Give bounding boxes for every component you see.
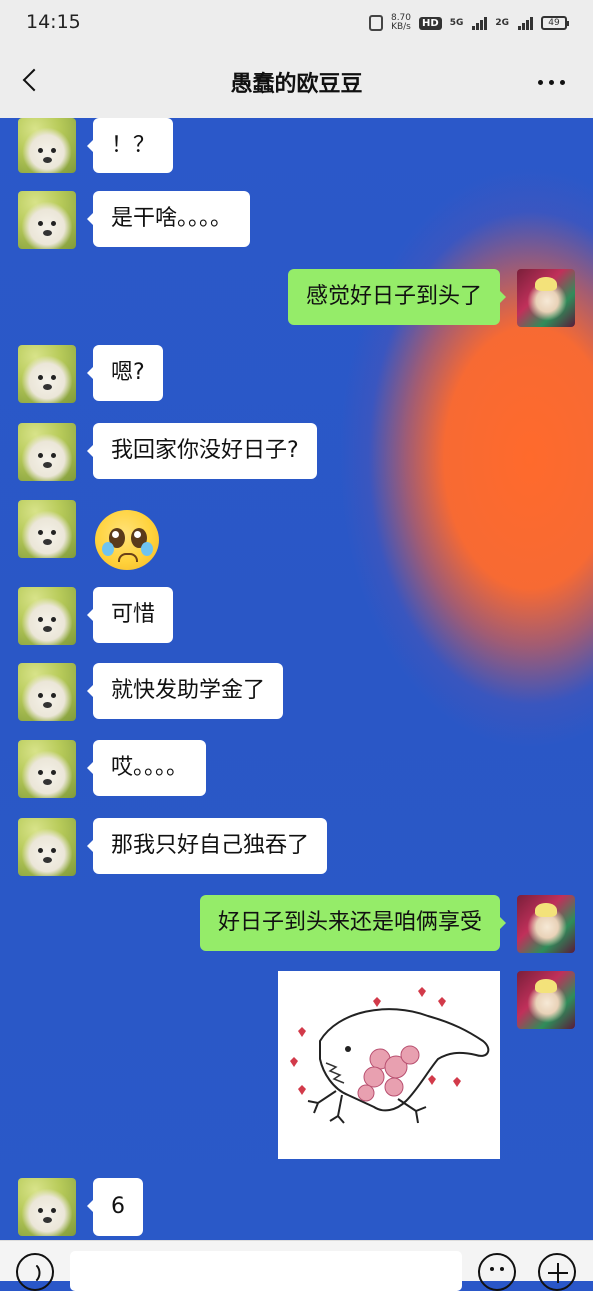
network-speed: 8.70 KB/s [391,14,411,32]
contact-avatar[interactable] [18,1178,76,1236]
more-dot-icon [559,79,565,85]
pleading-face-emoji[interactable] [93,508,163,570]
sticker-drawing [290,987,490,1124]
status-time: 14:15 [26,11,81,33]
message-bubble-outgoing[interactable]: 好日子到头来还是咱俩享受 [199,895,507,951]
more-dot-icon [537,79,543,85]
message-bubble-incoming[interactable]: 可惜 [86,587,174,643]
contact-avatar[interactable] [18,500,76,558]
chat-title: 愚蠢的欧豆豆 [230,72,363,97]
my-avatar[interactable] [517,971,575,1029]
more-options-button[interactable] [531,72,571,92]
message-bubble-incoming[interactable]: 6 [87,1178,143,1236]
hd-icon: HD [419,16,442,30]
contact-avatar[interactable] [18,818,76,876]
contact-avatar[interactable] [18,118,76,173]
contact-avatar[interactable] [18,345,76,403]
my-avatar[interactable] [517,269,575,327]
message-bubble-incoming[interactable]: 我回家你没好日子? [87,423,317,479]
emoji-tear [141,542,153,556]
voice-input-button[interactable] [16,1253,54,1291]
chat-area[interactable]: ！？ 是干啥。。。。 感觉好日子到头了 嗯? 我回家你没好日子? 可惜 就快发助… [0,118,593,1240]
contact-avatar[interactable] [18,191,76,249]
battery-icon: 49 [541,16,569,30]
status-bar: 14:15 8.70 KB/s HD 5G 2G 49 [0,0,593,44]
more-actions-button[interactable] [538,1253,576,1291]
input-bar [0,1240,593,1291]
message-bubble-outgoing[interactable]: 感觉好日子到头了 [287,269,507,325]
contact-avatar[interactable] [18,587,76,645]
message-bubble-incoming[interactable]: 那我只好自己独吞了 [86,818,328,874]
message-bubble-incoming[interactable]: 就快发助学金了 [86,663,284,719]
emoji-mouth [118,553,138,562]
message-bubble-incoming[interactable]: ！？ [86,118,174,173]
network-speed-unit: KB/s [391,22,411,32]
status-icons: 8.70 KB/s HD 5G 2G 49 [368,12,569,34]
signal-icon-2 [518,16,533,30]
signal-1-label: 5G [449,18,464,28]
message-bubble-incoming[interactable]: 是干啥。。。。 [86,191,251,247]
emoji-button[interactable] [478,1253,516,1291]
emoji-tear [102,542,114,556]
more-dot-icon [548,79,554,85]
vibrate-icon [368,15,383,31]
signal-icon [472,16,488,30]
message-input[interactable] [70,1251,462,1291]
my-avatar[interactable] [517,895,575,953]
chat-header: 愚蠢的欧豆豆 [0,44,593,119]
contact-avatar[interactable] [18,740,76,798]
contact-avatar[interactable] [18,663,76,721]
message-bubble-incoming[interactable]: 哎。。。。 [86,740,207,796]
message-bubble-incoming[interactable]: 嗯? [87,345,163,401]
contact-avatar[interactable] [18,423,76,481]
signal-2-label: 2G [495,18,509,28]
monster-with-roses-sticker[interactable] [278,971,500,1159]
